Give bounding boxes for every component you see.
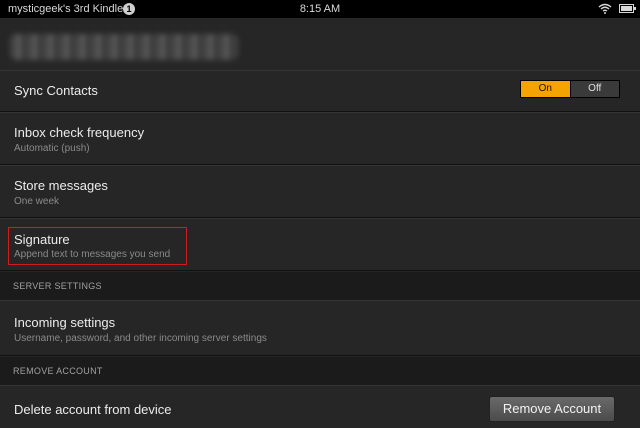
delete-account-label: Delete account from device (14, 402, 172, 417)
wifi-icon (598, 3, 612, 14)
account-email-redacted (10, 34, 238, 60)
sync-contacts-toggle[interactable]: On Off (520, 80, 620, 98)
signature-highlight-box (8, 227, 187, 265)
status-bar: mysticgeek's 3rd Kindle 1 8:15 AM (0, 0, 640, 18)
toggle-on-button[interactable]: On (521, 81, 570, 97)
incoming-settings-row[interactable]: Incoming settings Username, password, an… (0, 300, 640, 356)
remove-account-header: REMOVE ACCOUNT (0, 357, 640, 385)
incoming-settings-label: Incoming settings (14, 315, 116, 330)
inbox-check-value: Automatic (push) (14, 143, 90, 154)
inbox-check-label: Inbox check frequency (14, 125, 145, 140)
store-messages-row[interactable]: Store messages One week (0, 165, 640, 218)
sync-contacts-label: Sync Contacts (14, 83, 98, 98)
toggle-off-button[interactable]: Off (569, 81, 619, 97)
inbox-check-frequency-row[interactable]: Inbox check frequency Automatic (push) (0, 112, 640, 165)
store-messages-label: Store messages (14, 178, 108, 193)
incoming-settings-description: Username, password, and other incoming s… (14, 333, 267, 344)
server-settings-header: SERVER SETTINGS (0, 272, 640, 300)
store-messages-value: One week (14, 196, 60, 207)
clock: 8:15 AM (299, 3, 341, 15)
battery-icon (619, 4, 636, 13)
remove-account-button[interactable]: Remove Account (489, 396, 615, 422)
